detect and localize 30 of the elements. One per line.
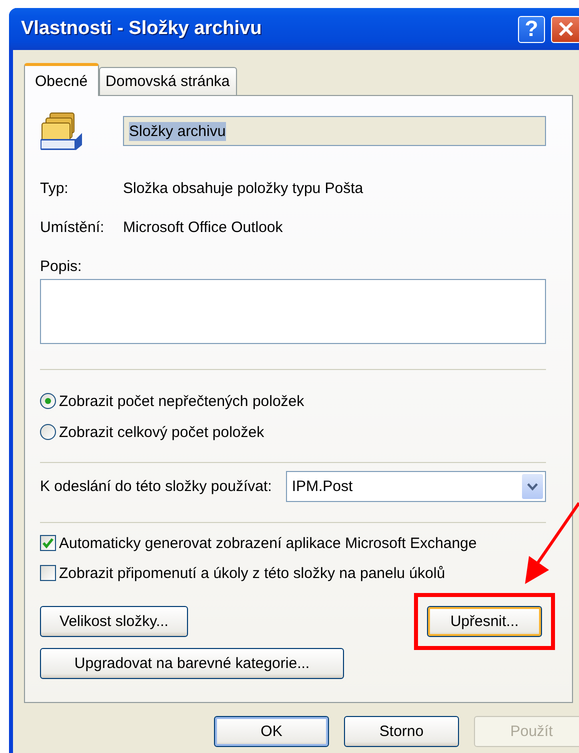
radio-button[interactable]: [40, 424, 56, 440]
folders-icon: [40, 111, 85, 151]
property-label: Umístění:: [40, 218, 106, 236]
upgrade-categories-button[interactable]: Upgradovat na barevné kategorie...: [40, 648, 344, 679]
tab[interactable]: Domovská stránka: [98, 67, 237, 95]
checkbox[interactable]: [40, 535, 56, 551]
advanced-button[interactable]: Upřesnit...: [427, 606, 542, 637]
close-icon: [557, 20, 575, 38]
radio-label: Zobrazit celkový počet položek: [59, 424, 264, 440]
checkbox[interactable]: [40, 565, 56, 581]
radio-button[interactable]: [40, 393, 56, 409]
checkbox-label: Zobrazit připomenutí a úkoly z této složky na panelu úkolů: [59, 564, 446, 582]
dialog-button[interactable]: Storno: [344, 716, 459, 747]
form-dropdown[interactable]: IPM.Post: [286, 471, 546, 502]
checkbox-label: Automaticky generovat zobrazení aplikace Microsoft Exchange: [59, 534, 477, 552]
property-label: Typ:: [40, 180, 70, 196]
dialog-button[interactable]: OK: [214, 716, 329, 747]
folder-size-button[interactable]: Velikost složky...: [40, 606, 188, 637]
property-value: Microsoft Office Outlook: [123, 218, 283, 236]
tab[interactable]: Obecné: [24, 63, 99, 96]
property-value: Složka obsahuje položky typu Pošta: [123, 180, 364, 196]
chevron-down-icon: [527, 482, 538, 490]
help-button[interactable]: ?: [518, 16, 545, 42]
radio-label: Zobrazit počet nepřečtených položek: [59, 392, 304, 410]
window-title: Vlastnosti - Složky archivu: [21, 18, 263, 40]
description-label: Popis:: [40, 258, 82, 274]
form-label: K odeslání do této složky používat:: [40, 478, 272, 495]
description-field[interactable]: [40, 279, 546, 344]
close-button[interactable]: [551, 16, 579, 42]
folder-name-field[interactable]: Složky archivu: [123, 116, 546, 146]
